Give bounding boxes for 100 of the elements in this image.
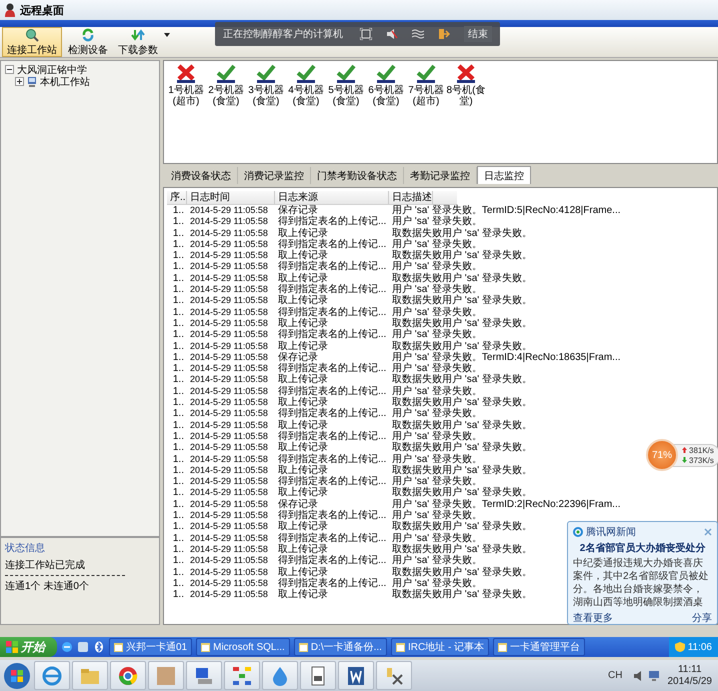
fullscreen-icon[interactable] [360, 28, 372, 40]
tab[interactable]: 消费记录监控 [238, 167, 311, 184]
waves-icon[interactable] [412, 29, 424, 39]
down-arrow-icon [682, 457, 687, 463]
tools-icon[interactable] [384, 666, 404, 686]
computer-icon[interactable] [194, 666, 214, 686]
control-message: 正在控制醇醇客户的计算机 [223, 28, 344, 41]
status-title: 状态信息 [5, 542, 46, 555]
drop-icon[interactable] [270, 666, 290, 686]
end-button[interactable]: 结束 [464, 26, 492, 42]
table-cell-text: 1.. [172, 374, 185, 386]
table-cell-text: 1.. [172, 363, 185, 374]
table-cell-text: 取上传记录 [277, 566, 329, 578]
table-cell-text: 取上传记录 [277, 228, 328, 239]
taskbar-button[interactable]: Microsoft SQL... [196, 638, 290, 656]
table-cell-text: 取数据失败用户 'sa' 登录失败。 [391, 487, 532, 498]
table-cell-text: 取数据失败用户 'sa' 登录失败。 [391, 318, 532, 329]
expander-icon[interactable] [5, 65, 14, 74]
table-cell-text: 1.. [172, 566, 185, 578]
taskbar-button[interactable]: IRC地址 - 记事本 [390, 638, 490, 656]
exit-icon[interactable] [438, 28, 450, 40]
table-cell-text: 2014-5-29 11:05:58 [189, 442, 269, 454]
mute-icon[interactable] [386, 28, 398, 40]
table-cell-text: 取数据失败用户 'sa' 登录失败。 [391, 464, 532, 476]
table-cell-text: 得到指定表名的上传记... [277, 476, 388, 488]
network-icon[interactable] [648, 670, 660, 682]
tab[interactable]: 门禁考勤设备状态 [311, 167, 404, 184]
tab[interactable]: 日志监控 [477, 166, 531, 184]
chrome-icon[interactable] [118, 666, 138, 686]
table-cell-text: 2014-5-29 11:05:58 [189, 363, 269, 374]
taskbar-button[interactable]: D:\一卡通备份... [294, 638, 387, 656]
table-cell-text: 取上传记录 [277, 397, 328, 408]
column-header[interactable]: 序.. [167, 191, 187, 204]
download-speed: 373K/s [689, 456, 714, 464]
table-cell-text: 1.. [172, 340, 185, 352]
expander-icon[interactable] [15, 77, 24, 86]
table-cell-text: 2014-5-29 11:05:58 [189, 250, 269, 262]
table-cell-text: 1.. [172, 329, 185, 341]
table-cell-text: 得到指定表名的上传记... [277, 261, 388, 272]
table-cell-text: 2014-5-29 11:05:58 [189, 228, 269, 239]
table-cell-text: 用户 'sa' 登录失败。 [391, 329, 482, 340]
caret-icon[interactable] [164, 33, 170, 37]
share-link[interactable]: 分享 [692, 611, 712, 625]
table-cell-text: 1.. [172, 284, 185, 296]
taskbar-button[interactable]: 兴邦一卡通01 [109, 638, 192, 656]
browser-icon[interactable] [61, 641, 73, 653]
table-cell-text: 得到指定表名的上传记... [277, 363, 388, 374]
table-cell-text: 取数据失败用户 'sa' 登录失败。 [391, 420, 532, 431]
table-cell-text: 保存记录 [277, 352, 318, 363]
table-cell-text: 取数据失败用户 'sa' 登录失败。 [391, 544, 532, 555]
column-header[interactable]: 日志来源 [275, 191, 389, 204]
bluetooth-icon[interactable] [93, 641, 105, 653]
column-header[interactable]: 日志时间 [187, 191, 275, 204]
table-cell-text: 得到指定表名的上传记... [277, 238, 388, 250]
taskbar-button[interactable]: 一卡通管理平台 [493, 638, 586, 656]
table-cell-text: 得到指定表名的上传记... [277, 430, 388, 442]
machine-label: 1号机器(超市) [167, 85, 205, 107]
table-cell-text: 2014-5-29 11:05:58 [189, 532, 269, 544]
table-cell-text: 2014-5-29 11:05:58 [189, 318, 269, 330]
table-cell-text: 2014-5-29 11:05:58 [189, 487, 269, 499]
table-cell-text: 2014-5-29 11:05:58 [189, 498, 269, 510]
table-cell-text: 2014-5-29 11:05:58 [189, 510, 269, 522]
table-cell-text: 保存记录 [277, 205, 318, 216]
toolbar-button[interactable]: 连接工作站 [2, 27, 62, 57]
machine-label: 2号机器(食堂) [207, 85, 245, 107]
tree-item[interactable]: 大风洞正铭中学 [17, 62, 87, 76]
table-cell-text: 取上传记录 [277, 544, 328, 555]
arrows-icon [131, 28, 145, 42]
table-cell-text: 得到指定表名的上传记... [277, 329, 388, 340]
more-link[interactable]: 查看更多 [573, 611, 613, 625]
table-cell-text: 取上传记录 [277, 374, 329, 386]
table-cell-text: 2014-5-29 11:05:58 [189, 352, 269, 364]
table-cell-text: 1.. [172, 386, 185, 398]
table-cell-text: 取数据失败用户 'sa' 登录失败。 [391, 374, 532, 386]
status-text: 连通1个 未连通0个 [5, 580, 90, 593]
table-cell-text: 1.. [172, 589, 185, 600]
toolbar-button[interactable]: 检测设备 [64, 27, 112, 57]
table-cell-text: 2014-5-29 11:05:58 [189, 261, 269, 273]
network-diagram-icon[interactable] [232, 666, 252, 686]
word-icon[interactable] [346, 666, 366, 686]
table-cell-text: 1.. [172, 228, 185, 239]
machine-label: 8号机(食堂) [446, 85, 486, 107]
app-icon[interactable] [77, 641, 89, 653]
toolbar-button[interactable]: 下载参数 [114, 27, 162, 57]
machine-label: 4号机器(食堂) [287, 85, 325, 107]
table-cell-text: 取上传记录 [277, 521, 329, 532]
table-cell-text: 2014-5-29 11:05:58 [189, 306, 269, 318]
table-cell-text: 取数据失败用户 'sa' 登录失败。 [391, 228, 532, 239]
table-cell-text: 1.. [172, 442, 185, 454]
table-cell-text: 1.. [172, 454, 185, 465]
tree-item[interactable]: 本机工作站 [40, 74, 90, 88]
windows-orb-icon[interactable] [2, 660, 32, 690]
column-header[interactable]: 日志描述 [389, 191, 433, 204]
table-cell-text: 用户 'sa' 登录失败。 [391, 306, 482, 318]
table-cell-text: 2014-5-29 11:05:58 [189, 464, 269, 476]
table-cell-text: 1.. [172, 578, 185, 590]
language-indicator[interactable]: CH [608, 670, 622, 681]
table-cell-text: 用户 'sa' 登录失败。 [391, 386, 482, 397]
tab[interactable]: 消费设备状态 [165, 167, 238, 184]
browser-icon[interactable] [42, 666, 62, 686]
